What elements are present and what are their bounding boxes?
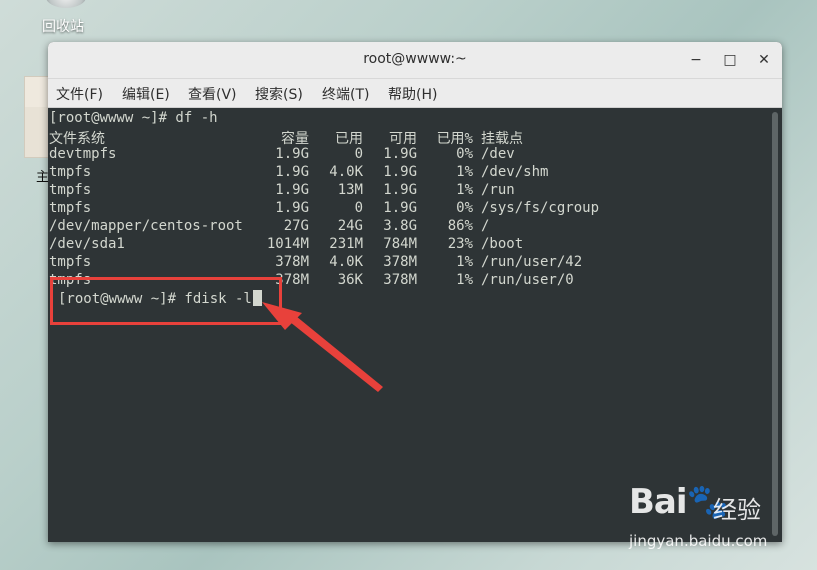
watermark-url: jingyan.baidu.com [629, 532, 768, 550]
watermark-text: 经验 [713, 496, 761, 524]
baidu-jingyan-watermark: Bai🐾 经验 jingyan.baidu.com [625, 482, 815, 568]
annotation-arrow-shaft [285, 312, 383, 392]
